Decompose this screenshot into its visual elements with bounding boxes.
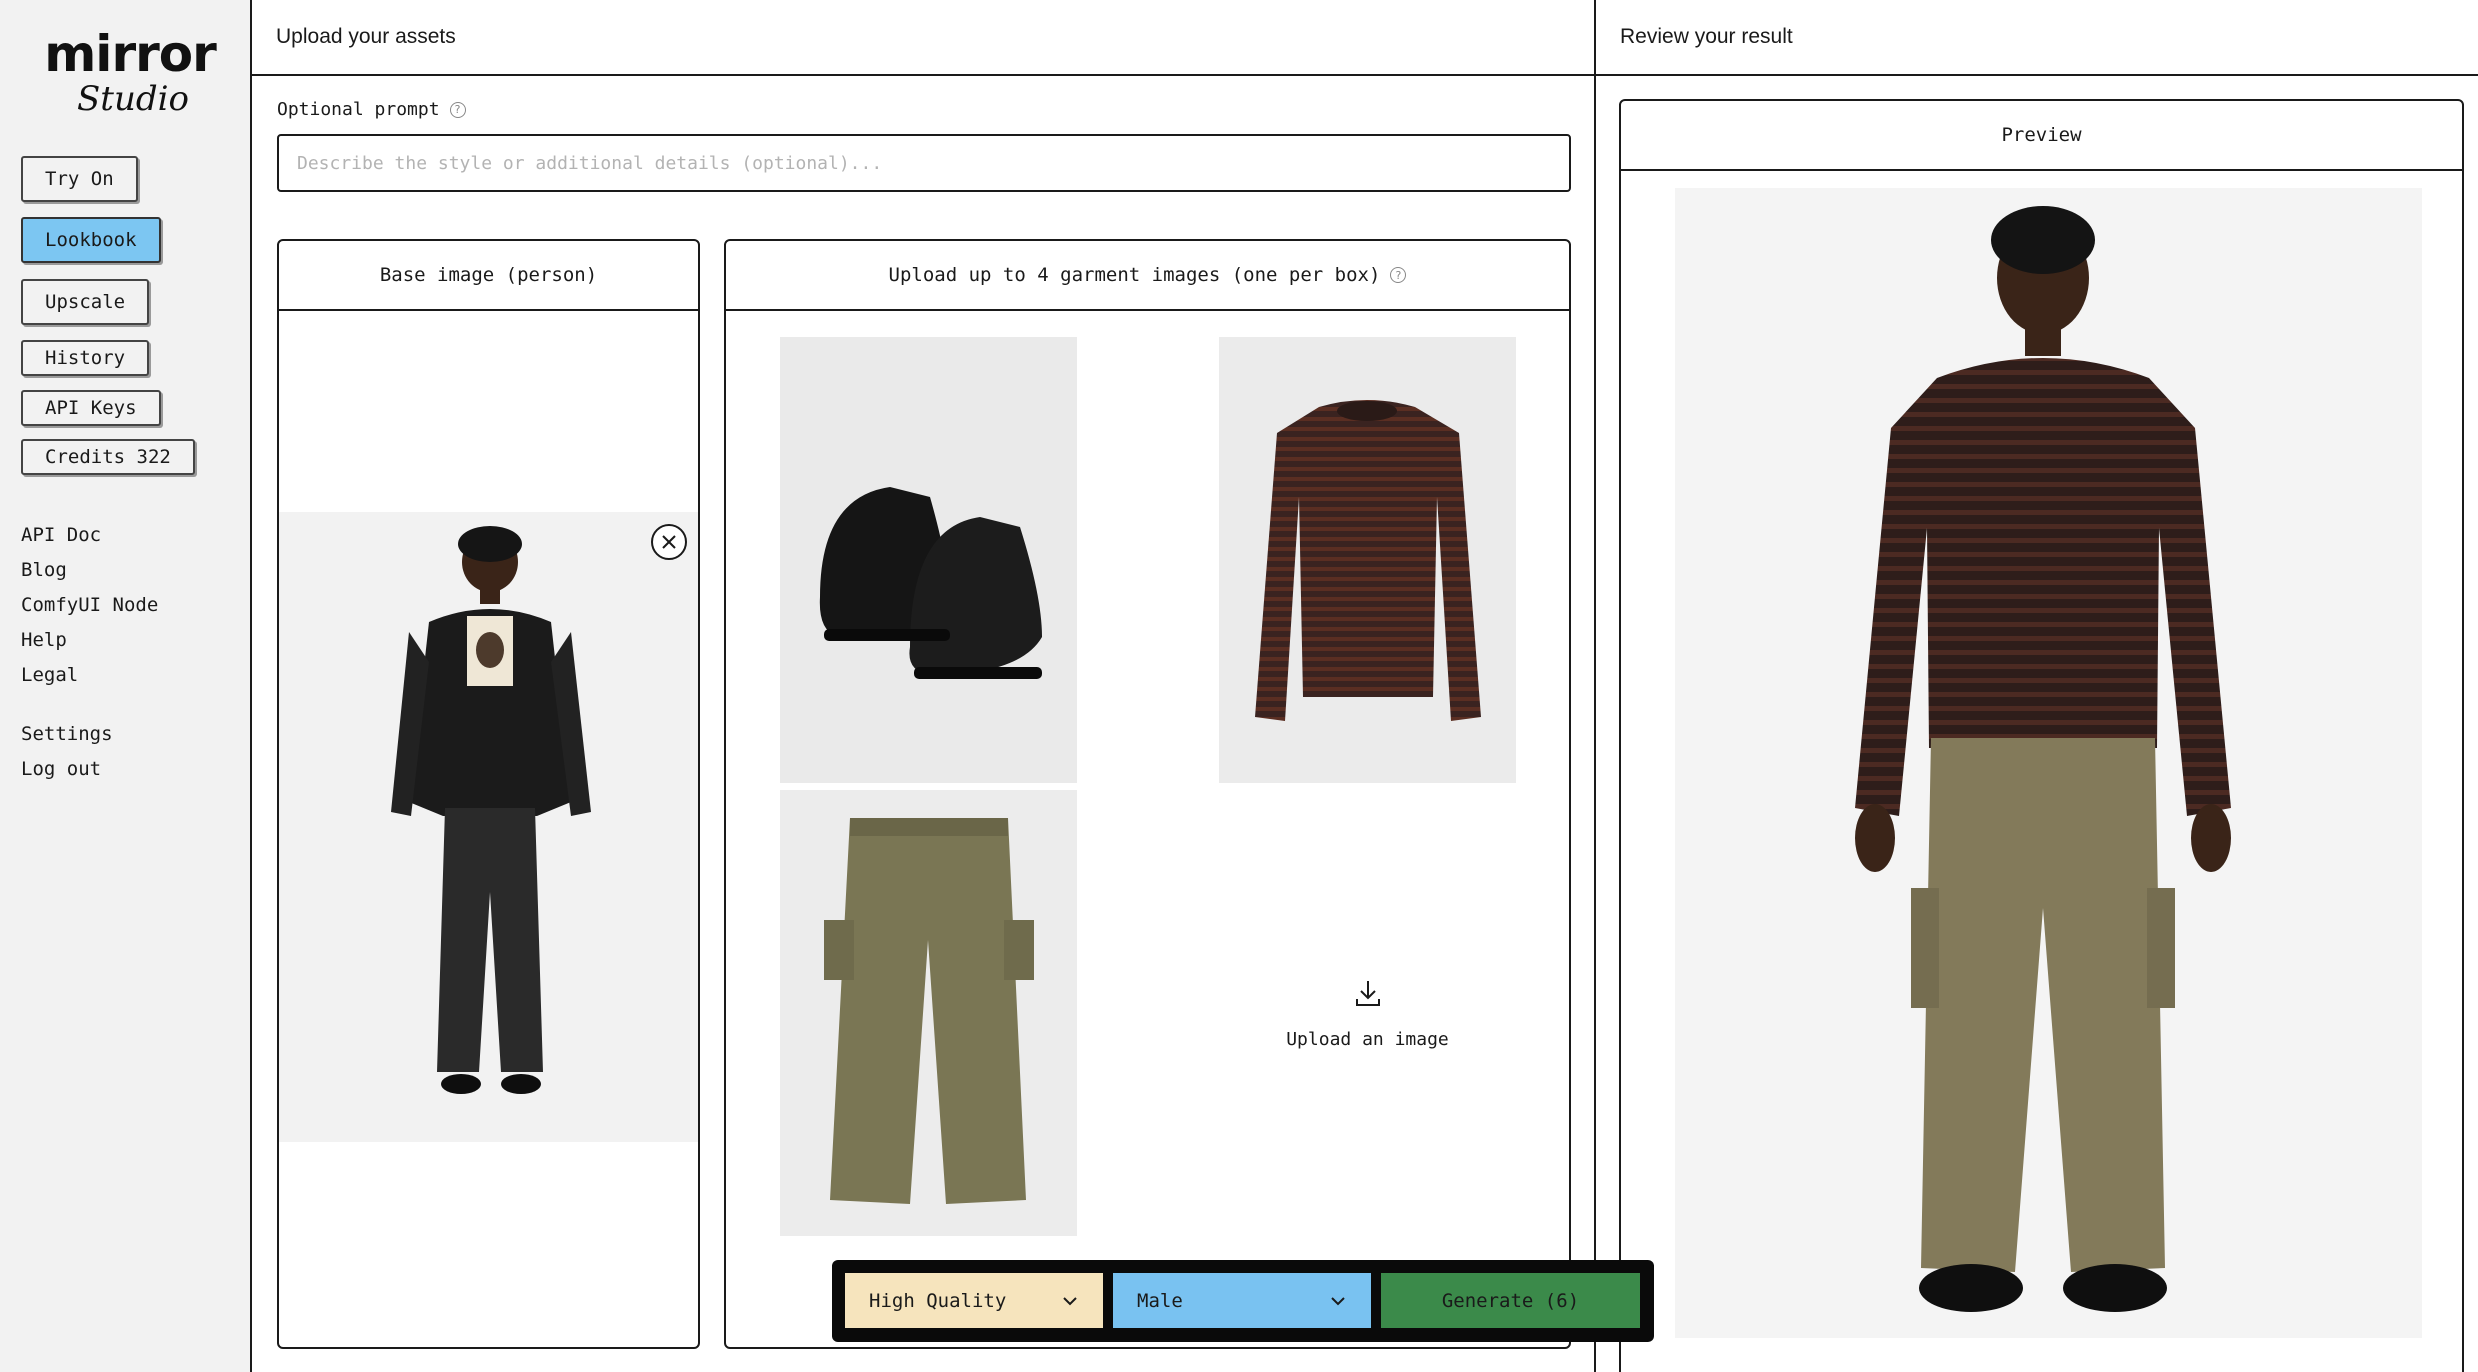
chevron-down-icon [1331, 1297, 1345, 1306]
upscale-button[interactable]: Upscale [21, 279, 150, 325]
api-keys-button[interactable]: API Keys [21, 390, 161, 426]
result-preview-image [1675, 188, 2422, 1338]
chevron-down-icon [1063, 1297, 1077, 1306]
base-image-panel-title: Base image (person) [379, 264, 598, 286]
upload-section-title: Upload your assets [252, 0, 1594, 76]
brand-logo[interactable]: mirror Studio [30, 28, 230, 118]
gender-select[interactable]: Male [1113, 1273, 1371, 1328]
generate-button[interactable]: Generate (6) [1381, 1273, 1640, 1328]
blog-link[interactable]: Blog [21, 559, 67, 581]
column-divider [1594, 0, 1596, 1372]
prompt-label-text: Optional prompt [277, 99, 440, 120]
help-icon[interactable]: ? [449, 101, 466, 118]
close-icon [662, 535, 676, 549]
history-button[interactable]: History [21, 340, 150, 376]
download-icon [1355, 980, 1380, 1006]
gender-select-value: Male [1137, 1289, 1183, 1312]
comfyui-node-link[interactable]: ComfyUI Node [21, 594, 158, 616]
legal-link[interactable]: Legal [21, 664, 78, 686]
help-link[interactable]: Help [21, 629, 67, 651]
base-person-image [279, 512, 698, 1142]
review-section-title: Review your result [1596, 0, 2478, 76]
base-image-panel-header: Base image (person) [279, 241, 698, 311]
api-doc-link[interactable]: API Doc [21, 524, 101, 546]
prompt-input[interactable] [277, 134, 1571, 192]
try-on-button[interactable]: Try On [21, 156, 138, 202]
log-out-link[interactable]: Log out [21, 758, 101, 780]
sidebar: mirror Studio Try On Lookbook Upscale Hi… [0, 0, 252, 1372]
generate-button-label: Generate (6) [1441, 1289, 1580, 1312]
credits-button[interactable]: Credits 322 [21, 439, 195, 475]
preview-panel-title: Preview [2001, 124, 2082, 146]
garment-slot-2-sweater[interactable] [1219, 337, 1516, 783]
quality-select[interactable]: High Quality [845, 1273, 1103, 1328]
garment-slot-3-trousers[interactable] [780, 790, 1077, 1236]
garment-panel-title: Upload up to 4 garment images (one per b… [888, 264, 1381, 286]
quality-select-value: High Quality [869, 1289, 1007, 1312]
brand-subtitle: Studio [77, 79, 189, 119]
preview-panel-header: Preview [1621, 101, 2462, 171]
prompt-label: Optional prompt ? [277, 99, 466, 120]
generation-toolbar: High Quality Male Generate (6) [832, 1260, 1654, 1342]
help-icon[interactable]: ? [1390, 267, 1407, 283]
settings-link[interactable]: Settings [21, 723, 113, 745]
garment-slot-4-upload[interactable]: Upload an image [1219, 790, 1516, 1236]
lookbook-button[interactable]: Lookbook [21, 217, 161, 263]
garment-panel-header: Upload up to 4 garment images (one per b… [726, 241, 1569, 311]
remove-image-button[interactable] [651, 524, 687, 560]
upload-image-label: Upload an image [1286, 1028, 1449, 1050]
garment-slot-1-shoes[interactable] [780, 337, 1077, 783]
brand-name: mirror [44, 25, 217, 83]
